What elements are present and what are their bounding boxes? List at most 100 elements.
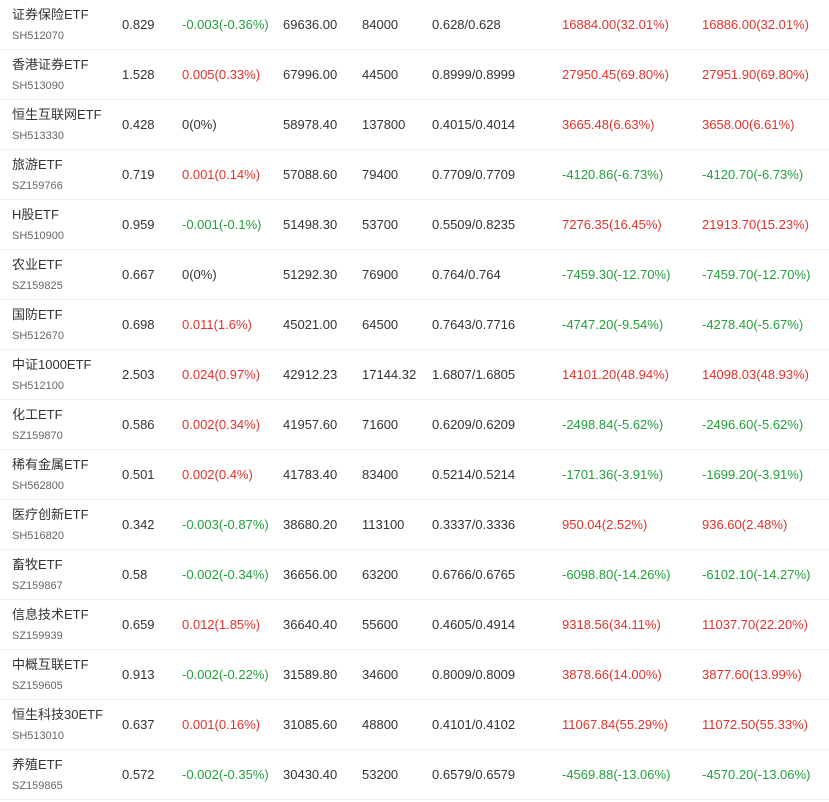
fund-name[interactable]: 香港证券ETF (12, 57, 89, 73)
fund-code: SH512100 (12, 380, 64, 392)
share-change-2: -4278.40(-5.67%) (702, 317, 804, 332)
share-change-1: -2498.84(-5.62%) (562, 417, 664, 432)
fund-code: SZ159870 (12, 430, 63, 442)
share-change-2: -4120.70(-6.73%) (702, 167, 804, 182)
table-row[interactable]: 养殖ETF SZ159865 0.572 -0.002(-0.35%) 3043… (0, 750, 829, 800)
fund-code: SZ159867 (12, 580, 63, 592)
share-change-2: 27951.90(69.80%) (702, 67, 809, 82)
fund-name[interactable]: H股ETF (12, 207, 59, 223)
trade-volume: 17144.32 (362, 367, 417, 382)
fund-code: SZ159825 (12, 280, 63, 292)
turnover-amount: 69636.00 (283, 17, 338, 32)
share-change-1: -4120.86(-6.73%) (562, 167, 664, 182)
share-change-1: -1701.36(-3.91%) (562, 467, 664, 482)
net-asset-value: 0.6579/0.6579 (432, 767, 516, 782)
fund-code: SH510900 (12, 230, 64, 242)
trade-volume: 113100 (362, 517, 405, 532)
price-change: -0.003(-0.36%) (182, 17, 269, 32)
fund-code: SH562800 (12, 480, 64, 492)
fund-name[interactable]: 中概互联ETF (12, 657, 89, 673)
fund-name[interactable]: 证券保险ETF (12, 7, 89, 23)
table-row[interactable]: 恒生互联网ETF SH513330 0.428 0(0%) 58978.40 1… (0, 100, 829, 150)
share-change-2: 11037.70(22.20%) (702, 617, 809, 632)
price-change: 0.002(0.4%) (182, 467, 253, 482)
table-row[interactable]: 旅游ETF SZ159766 0.719 0.001(0.14%) 57088.… (0, 150, 829, 200)
fund-code: SH513010 (12, 730, 64, 742)
share-change-2: -7459.70(-12.70%) (702, 267, 811, 282)
fund-name[interactable]: 信息技术ETF (12, 607, 89, 623)
table-row[interactable]: 中证1000ETF SH512100 2.503 0.024(0.97%) 42… (0, 350, 829, 400)
price-change: 0.001(0.14%) (182, 167, 261, 182)
price-change: -0.002(-0.22%) (182, 667, 269, 682)
table-row[interactable]: 国防ETF SH512670 0.698 0.011(1.6%) 45021.0… (0, 300, 829, 350)
fund-code: SH513330 (12, 130, 64, 142)
share-change-2: 14098.03(48.93%) (702, 367, 809, 382)
trade-volume: 76900 (362, 267, 399, 282)
table-row[interactable]: 恒生科技30ETF SH513010 0.637 0.001(0.16%) 31… (0, 700, 829, 750)
fund-name[interactable]: 养殖ETF (12, 757, 63, 773)
share-change-1: 9318.56(34.11%) (562, 617, 661, 632)
latest-price: 0.637 (122, 717, 155, 732)
share-change-2: 3658.00(6.61%) (702, 117, 795, 132)
net-asset-value: 0.6766/0.6765 (432, 567, 516, 582)
share-change-2: 3877.60(13.99%) (702, 667, 802, 682)
fund-name[interactable]: 稀有金属ETF (12, 457, 89, 473)
trade-volume: 63200 (362, 567, 399, 582)
price-change: -0.001(-0.1%) (182, 217, 262, 232)
turnover-amount: 51292.30 (283, 267, 338, 282)
share-change-2: 21913.70(15.23%) (702, 217, 809, 232)
price-change: 0(0%) (182, 117, 217, 132)
latest-price: 0.959 (122, 217, 155, 232)
share-change-2: -2496.60(-5.62%) (702, 417, 804, 432)
price-change: 0.002(0.34%) (182, 417, 261, 432)
price-change: -0.002(-0.34%) (182, 567, 269, 582)
trade-volume: 83400 (362, 467, 399, 482)
trade-volume: 53700 (362, 217, 399, 232)
table-row[interactable]: 香港证券ETF SH513090 1.528 0.005(0.33%) 6799… (0, 50, 829, 100)
table-row[interactable]: 医疗创新ETF SH516820 0.342 -0.003(-0.87%) 38… (0, 500, 829, 550)
table-row[interactable]: 化工ETF SZ159870 0.586 0.002(0.34%) 41957.… (0, 400, 829, 450)
net-asset-value: 0.5509/0.8235 (432, 217, 516, 232)
fund-code: SZ159766 (12, 180, 63, 192)
table-row[interactable]: 畜牧ETF SZ159867 0.58 -0.002(-0.34%) 36656… (0, 550, 829, 600)
latest-price: 0.586 (122, 417, 155, 432)
fund-name[interactable]: 畜牧ETF (12, 557, 63, 573)
share-change-2: -1699.20(-3.91%) (702, 467, 804, 482)
share-change-1: 3665.48(6.63%) (562, 117, 655, 132)
fund-code: SH512670 (12, 330, 64, 342)
table-row[interactable]: H股ETF SH510900 0.959 -0.001(-0.1%) 51498… (0, 200, 829, 250)
fund-name[interactable]: 化工ETF (12, 407, 63, 423)
share-change-1: 3878.66(14.00%) (562, 667, 662, 682)
net-asset-value: 0.628/0.628 (432, 17, 501, 32)
fund-name[interactable]: 医疗创新ETF (12, 507, 89, 523)
trade-volume: 53200 (362, 767, 399, 782)
fund-name[interactable]: 国防ETF (12, 307, 63, 323)
turnover-amount: 38680.20 (283, 517, 338, 532)
price-change: -0.002(-0.35%) (182, 767, 269, 782)
net-asset-value: 1.6807/1.6805 (432, 367, 516, 382)
trade-volume: 79400 (362, 167, 399, 182)
share-change-1: 14101.20(48.94%) (562, 367, 669, 382)
fund-name[interactable]: 恒生互联网ETF (12, 107, 102, 123)
net-asset-value: 0.8009/0.8009 (432, 667, 516, 682)
price-change: 0(0%) (182, 267, 217, 282)
fund-name[interactable]: 恒生科技30ETF (12, 707, 103, 723)
turnover-amount: 36656.00 (283, 567, 338, 582)
table-row[interactable]: 中概互联ETF SZ159605 0.913 -0.002(-0.22%) 31… (0, 650, 829, 700)
fund-name[interactable]: 中证1000ETF (12, 357, 91, 373)
table-row[interactable]: 信息技术ETF SZ159939 0.659 0.012(1.85%) 3664… (0, 600, 829, 650)
turnover-amount: 57088.60 (283, 167, 338, 182)
latest-price: 0.913 (122, 667, 155, 682)
fund-code: SH513090 (12, 80, 64, 92)
trade-volume: 137800 (362, 117, 406, 132)
table-row[interactable]: 农业ETF SZ159825 0.667 0(0%) 51292.30 7690… (0, 250, 829, 300)
latest-price: 0.501 (122, 467, 155, 482)
fund-name[interactable]: 旅游ETF (12, 157, 63, 173)
share-change-1: 7276.35(16.45%) (562, 217, 662, 232)
fund-name[interactable]: 农业ETF (12, 257, 63, 273)
turnover-amount: 30430.40 (283, 767, 338, 782)
turnover-amount: 67996.00 (283, 67, 338, 82)
table-row[interactable]: 稀有金属ETF SH562800 0.501 0.002(0.4%) 41783… (0, 450, 829, 500)
table-row[interactable]: 证券保险ETF SH512070 0.829 -0.003(-0.36%) 69… (0, 0, 829, 50)
latest-price: 0.428 (122, 117, 155, 132)
